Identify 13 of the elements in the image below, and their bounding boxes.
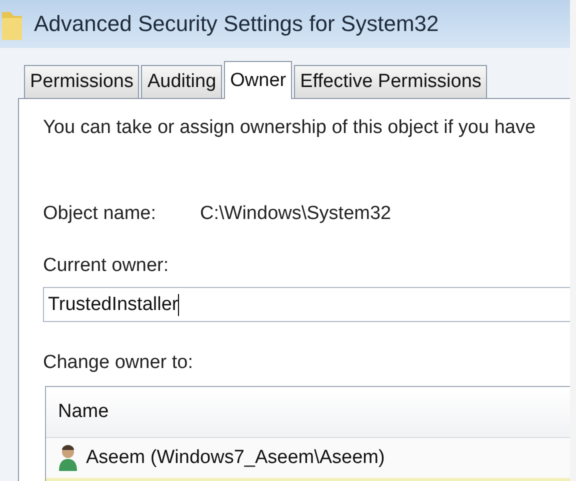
window-title: Advanced Security Settings for System32 [34,11,439,37]
list-item[interactable]: Aseem (Windows7_Aseem\Aseem) [46,438,570,481]
current-owner-field[interactable]: TrustedInstaller [43,287,570,322]
tab[interactable]: Effective Permissions [294,65,488,98]
field-label: Change owner to: [43,352,193,374]
intro-text: You can take or assign ownership of this object if you have [43,117,537,139]
field-label: Current owner: [43,255,169,277]
object-name-value: C:\Windows\System32 [200,203,392,225]
tab[interactable]: Permissions [24,65,140,98]
tab[interactable]: Auditing [141,65,222,98]
tab[interactable]: Owner [224,61,292,99]
field-label: Object name: [43,203,156,225]
user-icon [58,445,78,471]
